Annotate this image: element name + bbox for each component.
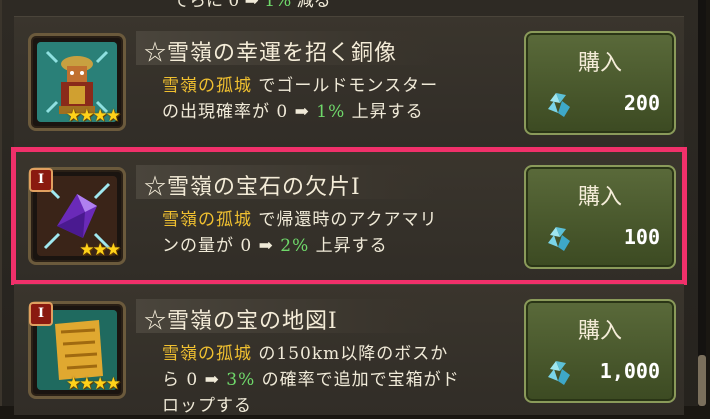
desc-part: 上昇する	[309, 236, 388, 256]
rank-badge: I	[29, 168, 53, 192]
desc-part: の150km以降のボスか	[252, 344, 449, 364]
location-name: 雪嶺の孤城	[162, 76, 252, 96]
desc-part: の確率で追加で宝箱がド	[255, 370, 460, 390]
buy-label: 購入	[577, 185, 622, 210]
partial-value: 1%	[264, 0, 292, 11]
item-title: ☆雪嶺の幸運を招く銅像	[144, 41, 398, 66]
shop-item-row[interactable]: I ★★★★ ☆雪嶺の宝の地図I 雪嶺の孤城 の150km以降のボスか ら 0 …	[14, 284, 684, 416]
item-title: ☆雪嶺の宝石の欠片I	[144, 175, 361, 200]
effect-value: 2%	[280, 236, 310, 256]
desc-part: ロップする	[162, 396, 252, 416]
aquamarine-icon	[548, 361, 570, 385]
partial-prefix: でらに 0 ➡	[172, 0, 265, 11]
location-name: 雪嶺の孤城	[162, 210, 252, 230]
desc-part: ンの量が 0 ➡	[162, 236, 281, 256]
buy-button[interactable]: 購入 1,000	[524, 299, 676, 403]
desc-part: 上昇する	[345, 102, 424, 122]
item-icon-frame: I ★★★★	[28, 301, 126, 399]
shop-list-panel: でらに 0 ➡ 1% 減る ★★★★ ☆雪嶺の幸運を招く銅像 雪嶺の孤城 でゴー…	[0, 0, 700, 416]
buy-label: 購入	[577, 51, 622, 76]
buy-label: 購入	[577, 319, 622, 344]
desc-part: ら 0 ➡	[162, 370, 227, 390]
item-description: 雪嶺の孤城 の150km以降のボスか ら 0 ➡ 3% の確率で追加で宝箱がド …	[162, 341, 502, 419]
price: 1,000	[599, 359, 660, 383]
location-name: 雪嶺の孤城	[162, 344, 252, 364]
shop-item-row-selected[interactable]: I ★★★ ☆雪嶺の宝石の欠片I 雪嶺の孤城 で帰還時のアクアマリ ンの量が 0…	[11, 147, 687, 285]
shop-item-row[interactable]: ★★★★ ☆雪嶺の幸運を招く銅像 雪嶺の孤城 でゴールドモンスター の出現確率が…	[14, 16, 684, 148]
desc-part: で帰還時のアクアマリ	[252, 210, 438, 230]
buy-button[interactable]: 購入 200	[524, 31, 676, 135]
rank-badge: I	[29, 302, 53, 326]
effect-value: 1%	[316, 102, 346, 122]
item-description: 雪嶺の孤城 で帰還時のアクアマリ ンの量が 0 ➡ 2% 上昇する	[162, 207, 502, 259]
item-description: 雪嶺の孤城 でゴールドモンスター の出現確率が 0 ➡ 1% 上昇する	[162, 73, 502, 125]
desc-part: でゴールドモンスター	[252, 76, 439, 96]
price: 100	[623, 225, 660, 249]
effect-value: 3%	[226, 370, 256, 390]
buy-button[interactable]: 購入 100	[524, 165, 676, 269]
scrollbar-thumb[interactable]	[698, 355, 706, 406]
item-icon-frame: ★★★★	[28, 33, 126, 131]
rarity-stars: ★★★★	[66, 374, 121, 394]
rarity-stars: ★★★★	[66, 106, 121, 126]
item-icon-frame: I ★★★	[28, 167, 126, 265]
previous-item-partial-text: でらに 0 ➡ 1% 減る	[172, 0, 331, 11]
price: 200	[623, 91, 660, 115]
aquamarine-icon	[548, 227, 570, 251]
item-title: ☆雪嶺の宝の地図I	[144, 309, 338, 334]
aquamarine-icon	[548, 93, 570, 117]
scrollbar-track[interactable]	[698, 0, 706, 406]
rarity-stars: ★★★	[79, 240, 121, 260]
partial-suffix: 減る	[291, 0, 331, 11]
desc-part: の出現確率が 0 ➡	[162, 102, 317, 122]
